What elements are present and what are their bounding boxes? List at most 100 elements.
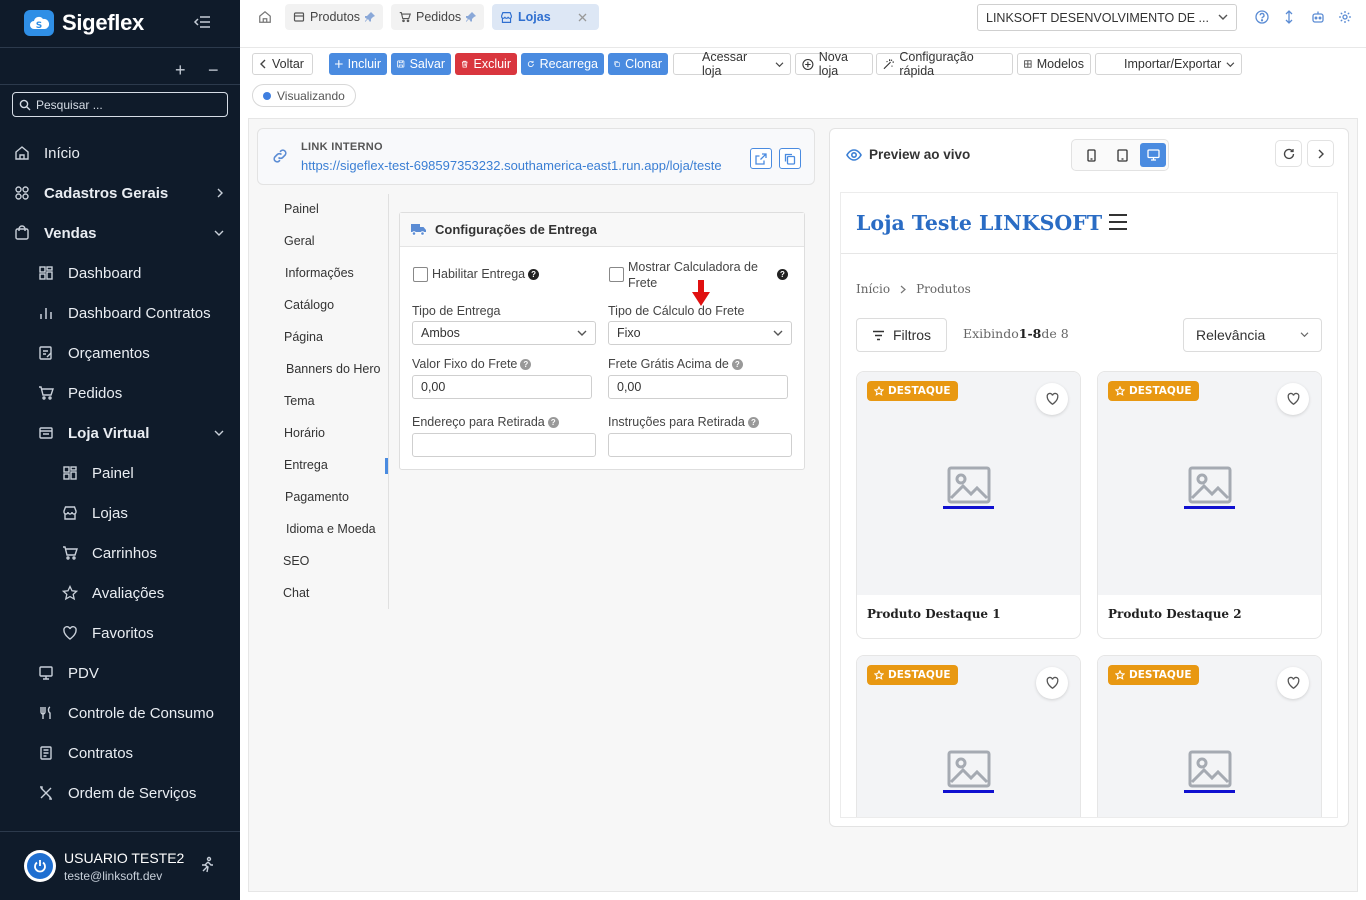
sidebar-item-pdv[interactable]: PDV [0,653,240,693]
section-catalogo[interactable]: Catálogo [284,298,334,312]
tab-pedidos[interactable]: Pedidos [391,4,485,30]
product-name[interactable]: Produto Destaque 2 [1108,607,1242,621]
help-icon[interactable]: ? [520,359,532,371]
home-icon[interactable] [258,10,272,24]
copy-link-button[interactable] [779,148,801,169]
favorite-button[interactable] [1036,667,1068,699]
sidebar-search-input[interactable]: Pesquisar ... [12,92,228,117]
sidebar-item-label: PDV [68,664,99,682]
tab-lojas[interactable]: Lojas [492,4,599,30]
help-icon[interactable]: ? [528,269,540,281]
sidebar-item-favoritos[interactable]: Favoritos [0,613,240,653]
breadcrumb-item[interactable]: Produtos [916,282,971,296]
section-tema[interactable]: Tema [284,394,315,408]
app-logo[interactable]: S Sigeflex [24,10,144,36]
pin-icon[interactable] [466,12,477,22]
expand-preview-button[interactable] [1307,140,1334,167]
help-icon[interactable] [1255,10,1269,24]
favorite-button[interactable] [1036,383,1068,415]
section-informacoes[interactable]: Informações [285,266,354,280]
sidebar-item-contratos[interactable]: Contratos [0,733,240,773]
sidebar-item-dashboard-contratos[interactable]: Dashboard Contratos [0,293,240,333]
product-card[interactable]: DESTAQUE [1097,655,1322,817]
section-pagamento[interactable]: Pagamento [285,490,349,504]
tablet-view-button[interactable] [1109,143,1135,167]
gear-icon[interactable] [1338,10,1352,24]
section-geral[interactable]: Geral [284,234,315,248]
frete-gratis-input[interactable]: 0,00 [608,375,788,399]
filters-button[interactable]: Filtros [856,318,947,352]
product-card[interactable]: DESTAQUE Produto Destaque 1 [856,371,1081,639]
nova-loja-button[interactable]: Nova loja [795,50,873,78]
expand-all-icon[interactable]: + [175,60,186,81]
valor-fixo-input[interactable]: 0,00 [412,375,592,399]
vertical-arrows-icon[interactable] [1284,10,1294,24]
sidebar-item-lojas[interactable]: Lojas [0,493,240,533]
favorite-button[interactable] [1277,667,1309,699]
sidebar-item-ordem-servicos[interactable]: Ordem de Serviços [0,773,240,813]
section-chat[interactable]: Chat [283,586,309,600]
habilitar-entrega-checkbox[interactable] [413,267,428,282]
sidebar-item-pedidos[interactable]: Pedidos [0,373,240,413]
product-name[interactable]: Produto Destaque 1 [867,607,1001,621]
section-entrega[interactable]: Entrega [284,458,328,472]
sidebar-item-loja-virtual[interactable]: Loja Virtual [0,413,240,453]
instrucoes-retirada-input[interactable] [608,433,792,457]
collapse-all-icon[interactable]: − [208,60,219,81]
sidebar-item-carrinhos[interactable]: Carrinhos [0,533,240,573]
help-icon[interactable]: ? [547,417,559,429]
product-card[interactable]: DESTAQUE Produto Destaque 2 [1097,371,1322,639]
close-tab-icon[interactable] [578,13,587,22]
mostrar-calculadora-checkbox[interactable] [609,267,624,282]
section-painel[interactable]: Painel [284,202,319,216]
help-icon[interactable]: ? [731,359,743,371]
collapse-sidebar-icon[interactable] [193,14,211,30]
store-name[interactable]: Loja Teste LINKSOFT [856,211,1102,235]
importar-exportar-button[interactable]: Importar/Exportar [1095,53,1242,75]
section-seo[interactable]: SEO [283,554,309,568]
breadcrumb-item[interactable]: Início [856,282,890,296]
section-horario[interactable]: Horário [284,426,325,440]
sidebar-item-painel[interactable]: Painel [0,453,240,493]
user-profile[interactable]: USUARIO TESTE2 teste@linksoft.dev [0,832,240,900]
section-pagina[interactable]: Página [284,330,323,344]
recarrega-button[interactable]: Recarrega [521,53,604,75]
clonar-button[interactable]: Clonar [608,53,668,75]
sidebar-item-inicio[interactable]: Início [0,133,240,173]
configuracao-rapida-button[interactable]: Configuração rápida [876,50,1013,78]
help-icon[interactable]: ? [777,269,788,280]
mobile-view-button[interactable] [1078,143,1104,167]
acessar-loja-button[interactable]: Acessar loja [673,50,791,78]
desktop-view-button[interactable] [1140,143,1166,167]
excluir-button[interactable]: Excluir [455,53,517,75]
sort-select[interactable]: Relevância [1183,318,1322,352]
modelos-button[interactable]: Modelos [1017,53,1091,75]
robot-icon[interactable] [1311,10,1325,24]
endereco-retirada-input[interactable] [412,433,596,457]
tab-produtos[interactable]: Produtos [285,4,384,30]
section-banners-hero[interactable]: Banners do Hero [286,362,381,376]
sidebar-item-vendas[interactable]: Vendas [0,213,240,253]
product-card[interactable]: DESTAQUE [856,655,1081,817]
sidebar-item-cadastros-gerais[interactable]: Cadastros Gerais [0,173,240,213]
incluir-button[interactable]: Incluir [329,53,387,75]
open-external-button[interactable] [750,148,772,169]
voltar-button[interactable]: Voltar [252,53,313,75]
section-idioma-moeda[interactable]: Idioma e Moeda [286,522,376,536]
favorite-button[interactable] [1277,383,1309,415]
store-preview-frame: Loja Teste LINKSOFT Início Produtos Filt… [840,192,1338,818]
company-select[interactable]: LINKSOFT DESENVOLVIMENTO DE ... [977,4,1237,31]
logout-icon[interactable] [198,856,216,874]
pin-icon[interactable] [365,12,376,22]
salvar-button[interactable]: Salvar [391,53,451,75]
refresh-preview-button[interactable] [1275,140,1302,167]
sidebar-item-avaliacoes[interactable]: Avaliações [0,573,240,613]
sidebar-item-orcamentos[interactable]: Orçamentos [0,333,240,373]
sidebar-item-controle-consumo[interactable]: Controle de Consumo [0,693,240,733]
tipo-calculo-select[interactable]: Fixo [608,321,792,345]
help-icon[interactable]: ? [747,417,759,429]
menu-icon[interactable] [1108,213,1128,231]
tipo-entrega-select[interactable]: Ambos [412,321,596,345]
sidebar-item-dashboard[interactable]: Dashboard [0,253,240,293]
link-url[interactable]: https://sigeflex-test-698597353232.south… [301,158,722,173]
